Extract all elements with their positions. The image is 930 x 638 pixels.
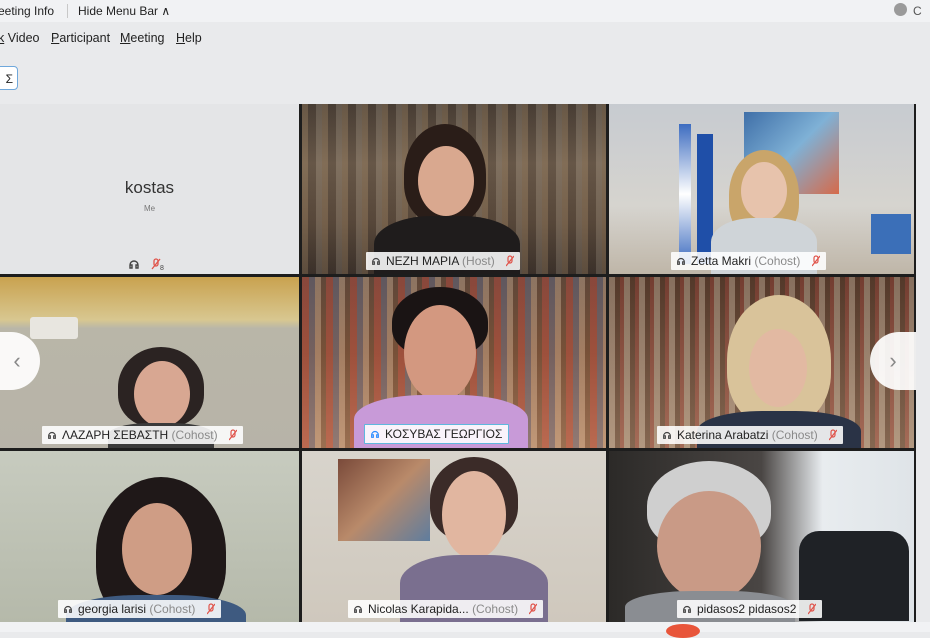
participant-role: (Cohost) (149, 602, 196, 616)
mic-muted-icon (811, 255, 820, 267)
video-tile-3[interactable]: ΛΑΖΑΡΗ ΣΕΒΑΣΤΗ (Cohost) (0, 277, 299, 448)
participant-name: pidasos2 pidasos2 (697, 602, 797, 616)
mic-muted-icon (829, 429, 838, 441)
top-info-bar: eeting Info Hide Menu Bar ∧ C (0, 0, 930, 22)
participant-name: Nicolas Karapida... (368, 602, 469, 616)
participant-label: ΚΟΣΥΒΑΣ ΓΕΩΡΓΙΟΣ (364, 424, 510, 444)
participant-label: georgia larisi (Cohost) (58, 600, 221, 618)
participant-role: (Host) (462, 254, 495, 268)
record-indicator-icon (666, 624, 700, 638)
blue-folders (871, 214, 911, 254)
greek-flag (679, 124, 691, 264)
video-tile-active-speaker[interactable]: ΚΟΣΥΒΑΣ ΓΕΩΡΓΙΟΣ (302, 277, 606, 448)
participant-name: ΛΑΖΑΡΗ ΣΕΒΑΣΤΗ (62, 428, 169, 442)
video-tile-1[interactable]: ΝΕΖΗ ΜΑΡΙΑ (Host) (302, 104, 606, 274)
video-tile-self[interactable]: kostas Me 8 (0, 104, 299, 274)
mic-muted-icon (228, 429, 237, 441)
language-badge[interactable]: Σ (0, 66, 18, 90)
headset-icon (677, 258, 685, 265)
participant-role: (Cohost) (771, 428, 818, 442)
mic-muted-icon (529, 603, 538, 615)
headset-icon (129, 260, 139, 269)
self-me-label: Me (143, 204, 156, 213)
participant-label: pidasos2 pidasos2 (677, 600, 822, 618)
mic-muted-icon: 8 (151, 258, 164, 272)
participant-name: Katerina Arabatzi (677, 428, 769, 442)
headset-icon (683, 606, 691, 613)
self-name: kostas (124, 178, 175, 197)
video-tile-8[interactable]: pidasos2 pidasos2 (609, 451, 914, 622)
mic-muted-icon (807, 603, 816, 615)
headset-icon (354, 606, 362, 613)
video-tile-2[interactable]: Zetta Makri (Cohost) (609, 104, 914, 274)
hide-menu-bar-button[interactable]: Hide Menu Bar ∧ (78, 4, 170, 18)
menu-bar: k Video Participant Meeting Help (0, 26, 930, 50)
video-tile-6[interactable]: georgia larisi (Cohost) (0, 451, 299, 622)
participant-label: ΝΕΖΗ ΜΑΡΙΑ (Host) (366, 252, 521, 270)
participant-label: Zetta Makri (Cohost) (671, 252, 826, 270)
headset-icon (663, 432, 671, 439)
participant-label: Katerina Arabatzi (Cohost) (657, 426, 844, 444)
menu-meeting[interactable]: Meeting (120, 31, 164, 45)
menu-help[interactable]: Help (176, 31, 202, 45)
participant-name: ΚΟΣΥΒΑΣ ΓΕΩΡΓΙΟΣ (385, 427, 503, 441)
participant-label: ΛΑΖΑΡΗ ΣΕΒΑΣΤΗ (Cohost) (42, 426, 243, 444)
headset-speaking-icon (371, 431, 379, 438)
headset-icon (48, 432, 56, 439)
participant-name: Zetta Makri (691, 254, 752, 268)
bottom-toolbar-edge (0, 622, 930, 632)
mic-muted-icon (506, 255, 515, 267)
wall-painting (338, 459, 430, 541)
menu-video[interactable]: k Video (0, 31, 39, 45)
participant-role: (Cohost) (754, 254, 801, 268)
headset-icon (64, 606, 72, 613)
participant-role: (Cohost) (472, 602, 519, 616)
video-grid: kostas Me 8 ΝΕΖΗ ΜΑΡΙΑ (Host) Zetta Makr… (0, 104, 916, 622)
participant-label: Nicolas Karapida... (Cohost) (348, 600, 544, 618)
meeting-info-button[interactable]: eeting Info (0, 4, 54, 18)
divider (67, 4, 68, 18)
video-tile-5[interactable]: Katerina Arabatzi (Cohost) (609, 277, 914, 448)
participant-name: georgia larisi (78, 602, 147, 616)
self-status-icons: 8 (128, 258, 165, 273)
participant-name: ΝΕΖΗ ΜΑΡΙΑ (386, 254, 459, 268)
settings-icon[interactable] (894, 3, 907, 16)
mic-muted-icon (206, 603, 215, 615)
svg-text:8: 8 (160, 265, 164, 270)
menu-participant[interactable]: Participant (51, 31, 110, 45)
air-conditioner (30, 317, 78, 339)
participant-role: (Cohost) (171, 428, 218, 442)
video-tile-7[interactable]: Nicolas Karapida... (Cohost) (302, 451, 606, 622)
window-edge-label: C (913, 4, 922, 18)
headset-icon (372, 258, 380, 265)
